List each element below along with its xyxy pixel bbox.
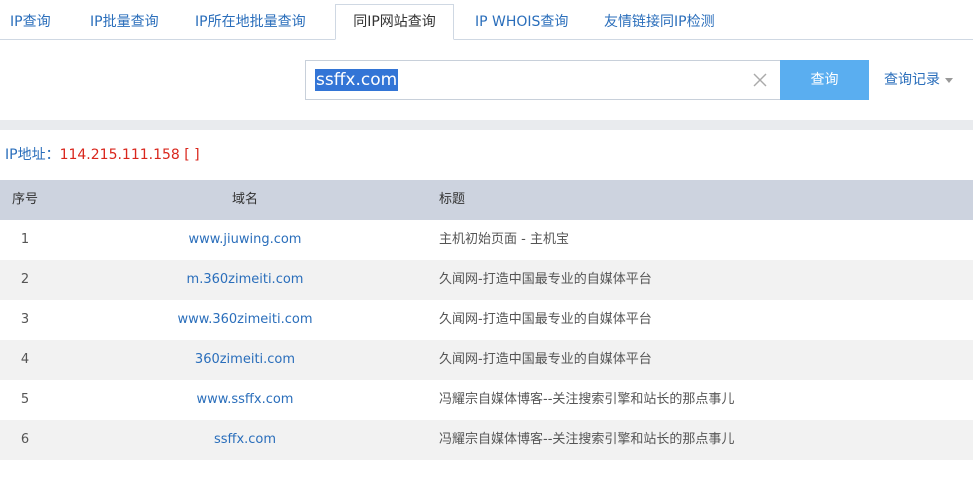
close-icon[interactable]	[752, 72, 768, 88]
row-domain-link[interactable]: www.ssffx.com	[130, 380, 360, 420]
search-input[interactable]: ssffx.com	[305, 60, 781, 100]
ip-address-line: IP地址：114.215.111.158 [ ]	[5, 145, 200, 165]
ip-address-label: IP地址：	[5, 147, 60, 163]
query-history-label: 查询记录	[884, 72, 940, 88]
row-index: 6	[20, 432, 30, 447]
caret-down-icon	[945, 77, 953, 83]
row-title: 久闻网-打造中国最专业的自媒体平台	[439, 352, 652, 367]
tab-ip-whois[interactable]: IP WHOIS查询	[475, 5, 568, 40]
row-title: 久闻网-打造中国最专业的自媒体平台	[439, 312, 652, 327]
row-index: 5	[20, 392, 30, 407]
table-row: 3 www.360zimeiti.com 久闻网-打造中国最专业的自媒体平台	[0, 300, 973, 340]
column-header-title: 标题	[439, 192, 466, 207]
table-row: 2 m.360zimeiti.com 久闻网-打造中国最专业的自媒体平台	[0, 260, 973, 300]
table-row: 4 360zimeiti.com 久闻网-打造中国最专业的自媒体平台	[0, 340, 973, 380]
row-domain-link[interactable]: www.jiuwing.com	[130, 220, 360, 260]
section-divider	[0, 120, 973, 130]
row-title: 主机初始页面 - 主机宝	[439, 232, 569, 247]
tab-ip-query[interactable]: IP查询	[10, 5, 51, 40]
query-history-dropdown[interactable]: 查询记录	[884, 70, 953, 90]
tab-bar: IP查询 IP批量查询 IP所在地批量查询 同IP网站查询 IP WHOIS查询…	[0, 0, 973, 40]
page: IP查询 IP批量查询 IP所在地批量查询 同IP网站查询 IP WHOIS查询…	[0, 0, 973, 478]
table-header: 序号 域名 标题	[0, 180, 973, 220]
row-title: 冯耀宗自媒体博客--关注搜索引擎和站长的那点事儿	[439, 432, 735, 447]
column-header-domain: 域名	[231, 192, 258, 207]
row-domain-link[interactable]: www.360zimeiti.com	[130, 300, 360, 340]
results-table: 序号 域名 标题 1 www.jiuwing.com 主机初始页面 - 主机宝 …	[0, 180, 973, 460]
row-index: 3	[20, 312, 30, 327]
row-index: 2	[20, 272, 30, 287]
table-row: 6 ssffx.com 冯耀宗自媒体博客--关注搜索引擎和站长的那点事儿	[0, 420, 973, 460]
row-domain-link[interactable]: m.360zimeiti.com	[130, 260, 360, 300]
tab-same-ip-sites[interactable]: 同IP网站查询	[335, 4, 454, 40]
column-header-index: 序号	[12, 192, 39, 207]
tab-friend-link-same-ip[interactable]: 友情链接同IP检测	[604, 5, 715, 40]
search-button[interactable]: 查询	[780, 60, 869, 100]
tab-ip-location-batch-query[interactable]: IP所在地批量查询	[195, 5, 306, 40]
row-domain-link[interactable]: 360zimeiti.com	[130, 340, 360, 380]
search-input-value: ssffx.com	[315, 69, 399, 91]
row-title: 冯耀宗自媒体博客--关注搜索引擎和站长的那点事儿	[439, 392, 735, 407]
table-row: 5 www.ssffx.com 冯耀宗自媒体博客--关注搜索引擎和站长的那点事儿	[0, 380, 973, 420]
row-domain-link[interactable]: ssffx.com	[130, 420, 360, 460]
row-index: 4	[20, 352, 30, 367]
ip-address-value: 114.215.111.158 [ ]	[59, 147, 200, 163]
table-row: 1 www.jiuwing.com 主机初始页面 - 主机宝	[0, 220, 973, 260]
row-index: 1	[20, 232, 30, 247]
tab-ip-batch-query[interactable]: IP批量查询	[90, 5, 159, 40]
row-title: 久闻网-打造中国最专业的自媒体平台	[439, 272, 652, 287]
